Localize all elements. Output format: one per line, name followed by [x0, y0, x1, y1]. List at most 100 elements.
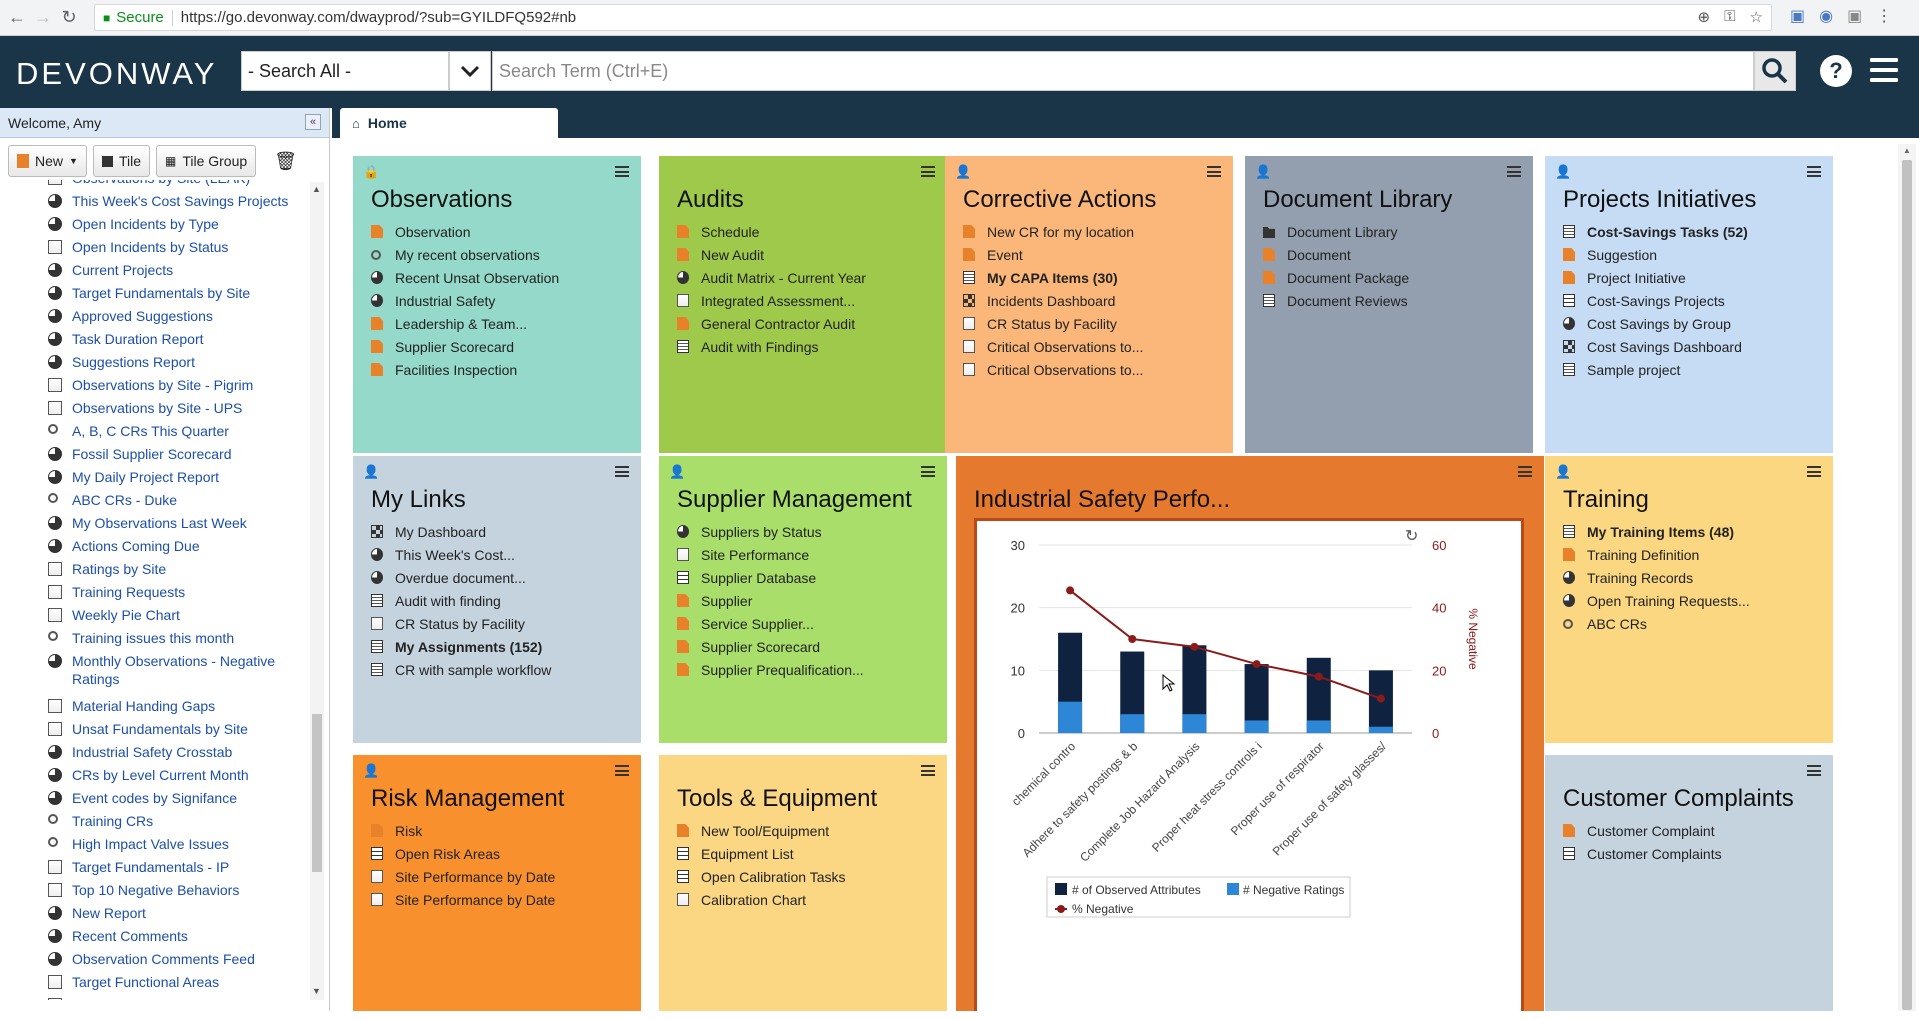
search-button[interactable] — [1754, 51, 1796, 91]
tile-link[interactable]: Suppliers by Status — [677, 520, 929, 543]
hamburger-menu-icon[interactable] — [1870, 58, 1898, 82]
tile-link[interactable]: Risk — [371, 819, 623, 842]
search-scope-select[interactable]: - Search All - — [241, 51, 449, 91]
tile-title[interactable]: Document Library — [1263, 186, 1515, 214]
sidebar-item[interactable]: Industrial Safety Crosstab — [0, 743, 300, 766]
tile-link[interactable]: Audit with Findings — [677, 335, 929, 358]
tile-title[interactable]: Tools & Equipment — [677, 785, 929, 813]
tile-link[interactable]: Equipment List — [677, 842, 929, 865]
main-scrollbar[interactable]: ▲ — [1898, 144, 1916, 1011]
sidebar-item[interactable]: Target Fundamentals by Site — [0, 284, 300, 307]
tile-link[interactable]: Customer Complaints — [1563, 842, 1815, 865]
tile-link[interactable]: CR Status by Facility — [963, 312, 1215, 335]
tile-link[interactable]: New Audit — [677, 243, 929, 266]
sidebar-item[interactable]: Recent Comments — [0, 927, 300, 950]
tile-menu-icon[interactable] — [1207, 166, 1221, 177]
reload-icon[interactable]: ↻ — [56, 5, 82, 31]
tile-link[interactable]: Site Performance — [677, 543, 929, 566]
tile-link[interactable]: Open Training Requests... — [1563, 589, 1815, 612]
tile-link[interactable]: Supplier — [677, 589, 929, 612]
tab-home[interactable]: ⌂ Home — [340, 108, 558, 138]
address-bar[interactable]: ■ Secure https://go.devonway.com/dwaypro… — [94, 4, 1772, 31]
tile-link[interactable]: My CAPA Items (30) — [963, 266, 1215, 289]
tile-link[interactable]: Project Initiative — [1563, 266, 1815, 289]
tile-link[interactable]: Sample project — [1563, 358, 1815, 381]
sidebar-item[interactable]: Monthly Observations - Negative Ratings — [0, 652, 300, 697]
extension-icon[interactable]: ◉ — [1819, 6, 1833, 26]
tile-link[interactable]: My Assignments (152) — [371, 635, 623, 658]
tile-link[interactable]: Site Performance by Date — [371, 888, 623, 911]
tile-link[interactable]: Document Library — [1263, 220, 1515, 243]
back-icon[interactable]: ← — [4, 5, 30, 31]
sidebar-item[interactable]: Training CRs — [0, 812, 300, 835]
sidebar-item[interactable]: CRs by Level Current Month — [0, 766, 300, 789]
tile-menu-icon[interactable] — [921, 166, 935, 177]
sidebar-item[interactable]: Open Incidents by Status — [0, 238, 300, 261]
tile-title[interactable]: Industrial Safety Perfo... — [974, 486, 1526, 514]
sidebar-item[interactable]: A, B, C CRs This Quarter — [0, 422, 300, 445]
tile-link[interactable]: New CR for my location — [963, 220, 1215, 243]
sidebar-item[interactable]: Training Requests — [0, 583, 300, 606]
sidebar-item[interactable]: Actions Coming Due — [0, 537, 300, 560]
tile-link[interactable]: Cost Savings by Group — [1563, 312, 1815, 335]
sidebar-item[interactable]: Target Functional Areas — [0, 973, 300, 996]
tile-menu-icon[interactable] — [615, 466, 629, 477]
tile-link[interactable]: Document Package — [1263, 266, 1515, 289]
search-input[interactable]: Search Term (Ctrl+E) — [492, 51, 1754, 91]
tile-link[interactable]: Schedule — [677, 220, 929, 243]
tile-link[interactable]: Supplier Database — [677, 566, 929, 589]
sidebar-item[interactable]: Unsat Fundamentals by Site — [0, 720, 300, 743]
sidebar-item[interactable]: New Report — [0, 904, 300, 927]
tile-link[interactable]: Facilities Inspection — [371, 358, 623, 381]
tile-title[interactable]: Projects Initiatives — [1563, 186, 1815, 214]
scroll-up-icon[interactable]: ▲ — [312, 184, 321, 194]
sidebar-item[interactable]: Weekly Pie Chart — [0, 606, 300, 629]
sidebar-item[interactable]: Suggestions Report — [0, 353, 300, 376]
tile-menu-icon[interactable] — [1807, 765, 1821, 776]
help-icon[interactable]: ? — [1820, 55, 1852, 87]
tile-link[interactable]: Event — [963, 243, 1215, 266]
sidebar-item[interactable]: Observations by Site - UPS — [0, 399, 300, 422]
tile-link[interactable]: Overdue document... — [371, 566, 623, 589]
tile-menu-icon[interactable] — [615, 765, 629, 776]
tile-link[interactable]: Cost-Savings Projects — [1563, 289, 1815, 312]
tile-group-button[interactable]: ▦ Tile Group — [155, 145, 257, 177]
tile-link[interactable]: New Tool/Equipment — [677, 819, 929, 842]
tile-link[interactable]: Integrated Assessment... — [677, 289, 929, 312]
sidebar-item[interactable]: Ratings by Site — [0, 560, 300, 583]
sidebar-item[interactable]: Target Fundamentals - IP — [0, 858, 300, 881]
tile-menu-icon[interactable] — [1507, 166, 1521, 177]
trash-icon[interactable]: 🗑 — [274, 151, 297, 172]
tile-link[interactable]: Audit with finding — [371, 589, 623, 612]
tile-link[interactable]: My Dashboard — [371, 520, 623, 543]
sidebar-item[interactable]: Event codes by Signifance — [0, 789, 300, 812]
sidebar-item[interactable]: Current Projects — [0, 261, 300, 284]
tile-link[interactable]: Calibration Chart — [677, 888, 929, 911]
tile-title[interactable]: Corrective Actions — [963, 186, 1215, 214]
logo[interactable]: DEVONWAY — [16, 56, 217, 92]
tile-menu-icon[interactable] — [921, 466, 935, 477]
main-scrollbar-thumb[interactable] — [1902, 160, 1912, 1010]
star-icon[interactable]: ☆ — [1750, 8, 1763, 26]
tile-title[interactable]: Training — [1563, 486, 1815, 514]
extension-icon[interactable]: ▣ — [1790, 6, 1805, 26]
sidebar-scrollbar[interactable]: ▲ ▼ — [310, 182, 324, 1000]
forward-icon[interactable]: → — [30, 5, 56, 31]
tile-link[interactable]: Supplier Scorecard — [371, 335, 623, 358]
extension-icon[interactable]: ▣ — [1847, 6, 1862, 26]
tile-link[interactable]: Training Records — [1563, 566, 1815, 589]
tile-link[interactable]: Cost Savings Dashboard — [1563, 335, 1815, 358]
tile-title[interactable]: Audits — [677, 186, 929, 214]
tile-button[interactable]: Tile — [92, 145, 150, 177]
sidebar-item[interactable]: This Week's Cost Savings Projects — [0, 192, 300, 215]
tile-link[interactable]: Observation — [371, 220, 623, 243]
tile-link[interactable]: Document — [1263, 243, 1515, 266]
tile-link[interactable]: Critical Observations to... — [963, 358, 1215, 381]
scroll-down-icon[interactable]: ▼ — [312, 986, 321, 996]
tile-menu-icon[interactable] — [1518, 466, 1532, 477]
tile-link[interactable]: Leadership & Team... — [371, 312, 623, 335]
tile-menu-icon[interactable] — [1807, 466, 1821, 477]
tile-link[interactable]: Site Performance by Date — [371, 865, 623, 888]
tile-link[interactable]: Customer Complaint — [1563, 819, 1815, 842]
sidebar-item[interactable]: Open Incidents by Type — [0, 215, 300, 238]
